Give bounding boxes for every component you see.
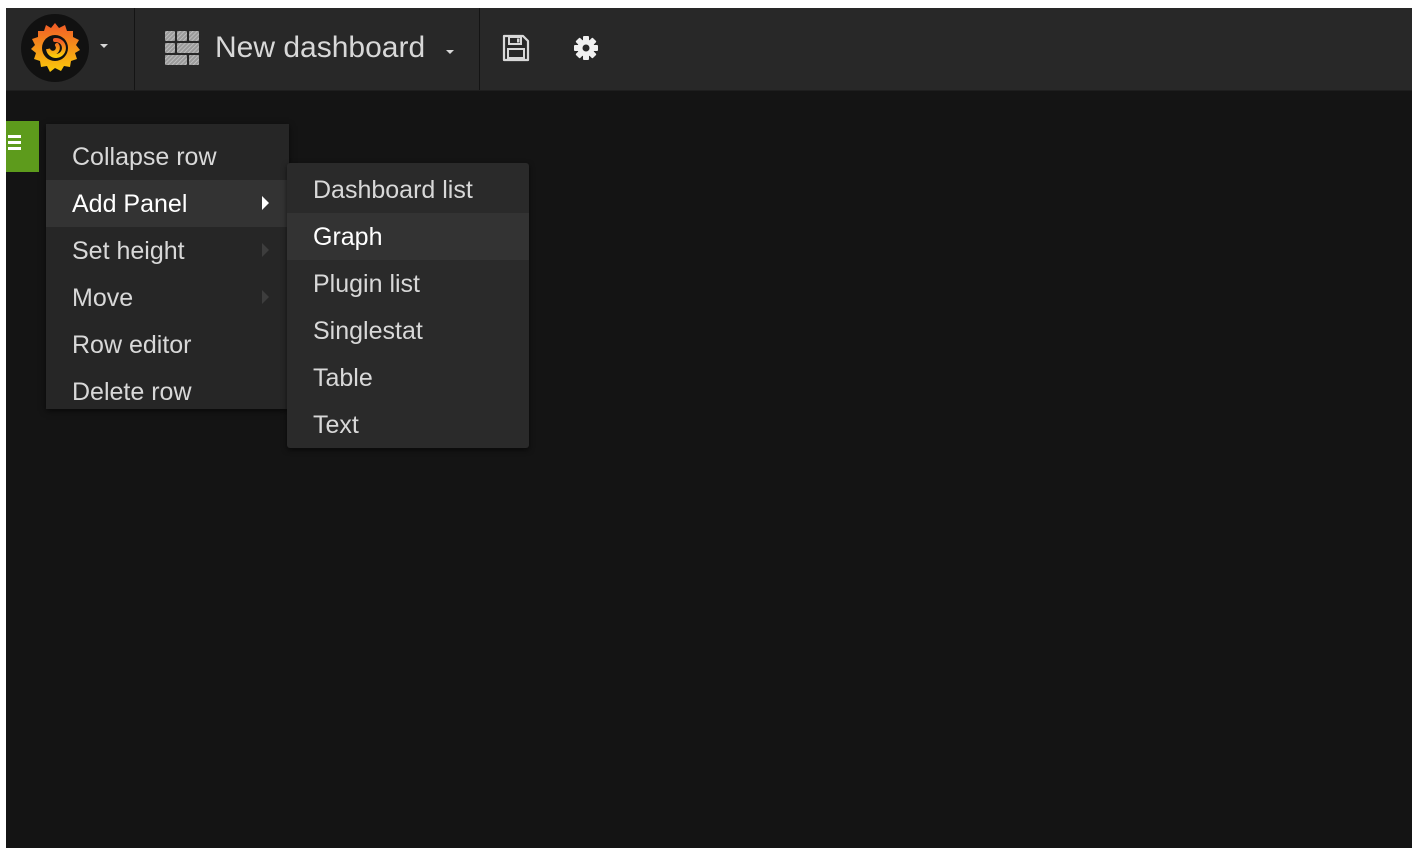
- menu-item-label: Move: [72, 284, 134, 312]
- submenu-item-singlestat[interactable]: Singlestat: [287, 307, 529, 354]
- gear-icon[interactable]: [571, 33, 601, 63]
- menu-item-label: Collapse row: [72, 143, 217, 171]
- chevron-right-icon: [262, 290, 269, 304]
- menu-item-move[interactable]: Move: [46, 274, 289, 321]
- dashboard-app: New dashboard Collapse row Add Panel Set…: [6, 8, 1412, 848]
- chevron-down-icon: [100, 44, 108, 48]
- row-menu-toggle[interactable]: [6, 121, 39, 172]
- submenu-item-label: Dashboard list: [313, 176, 473, 204]
- submenu-item-graph[interactable]: Graph: [287, 213, 529, 260]
- chevron-down-icon: [446, 50, 454, 54]
- menu-item-set-height[interactable]: Set height: [46, 227, 289, 274]
- submenu-item-label: Graph: [313, 223, 383, 251]
- hamburger-icon-bar: [8, 147, 21, 150]
- menu-item-row-editor[interactable]: Row editor: [46, 321, 289, 368]
- hamburger-icon-bar: [8, 135, 21, 138]
- grafana-logo-icon: [21, 14, 89, 82]
- chevron-right-icon: [262, 243, 269, 257]
- menu-item-label: Row editor: [72, 331, 192, 359]
- submenu-item-dashboard-list[interactable]: Dashboard list: [287, 166, 529, 213]
- chevron-right-icon: [262, 196, 269, 210]
- submenu-item-plugin-list[interactable]: Plugin list: [287, 260, 529, 307]
- menu-item-delete-row[interactable]: Delete row: [46, 368, 289, 415]
- dashboard-grid-icon: [165, 31, 199, 65]
- add-panel-submenu: Dashboard list Graph Plugin list Singles…: [287, 163, 529, 448]
- submenu-item-text[interactable]: Text: [287, 401, 529, 448]
- submenu-item-label: Table: [313, 364, 373, 392]
- submenu-item-label: Singlestat: [313, 317, 423, 345]
- submenu-item-label: Plugin list: [313, 270, 420, 298]
- dashboard-title: New dashboard: [215, 31, 426, 64]
- menu-item-label: Delete row: [72, 378, 192, 406]
- hamburger-icon-bar: [8, 141, 21, 144]
- menu-item-add-panel[interactable]: Add Panel: [46, 180, 289, 227]
- dashboard-title-dropdown[interactable]: New dashboard: [135, 8, 480, 90]
- row-context-menu: Collapse row Add Panel Set height Move R…: [46, 124, 289, 409]
- save-icon[interactable]: [501, 33, 531, 63]
- submenu-item-label: Text: [313, 411, 359, 439]
- menu-item-label: Add Panel: [72, 190, 188, 218]
- menu-item-collapse-row[interactable]: Collapse row: [46, 133, 289, 180]
- submenu-item-table[interactable]: Table: [287, 354, 529, 401]
- menu-item-label: Set height: [72, 237, 185, 265]
- top-navbar: New dashboard: [6, 8, 1412, 91]
- grafana-menu-button[interactable]: [6, 8, 135, 90]
